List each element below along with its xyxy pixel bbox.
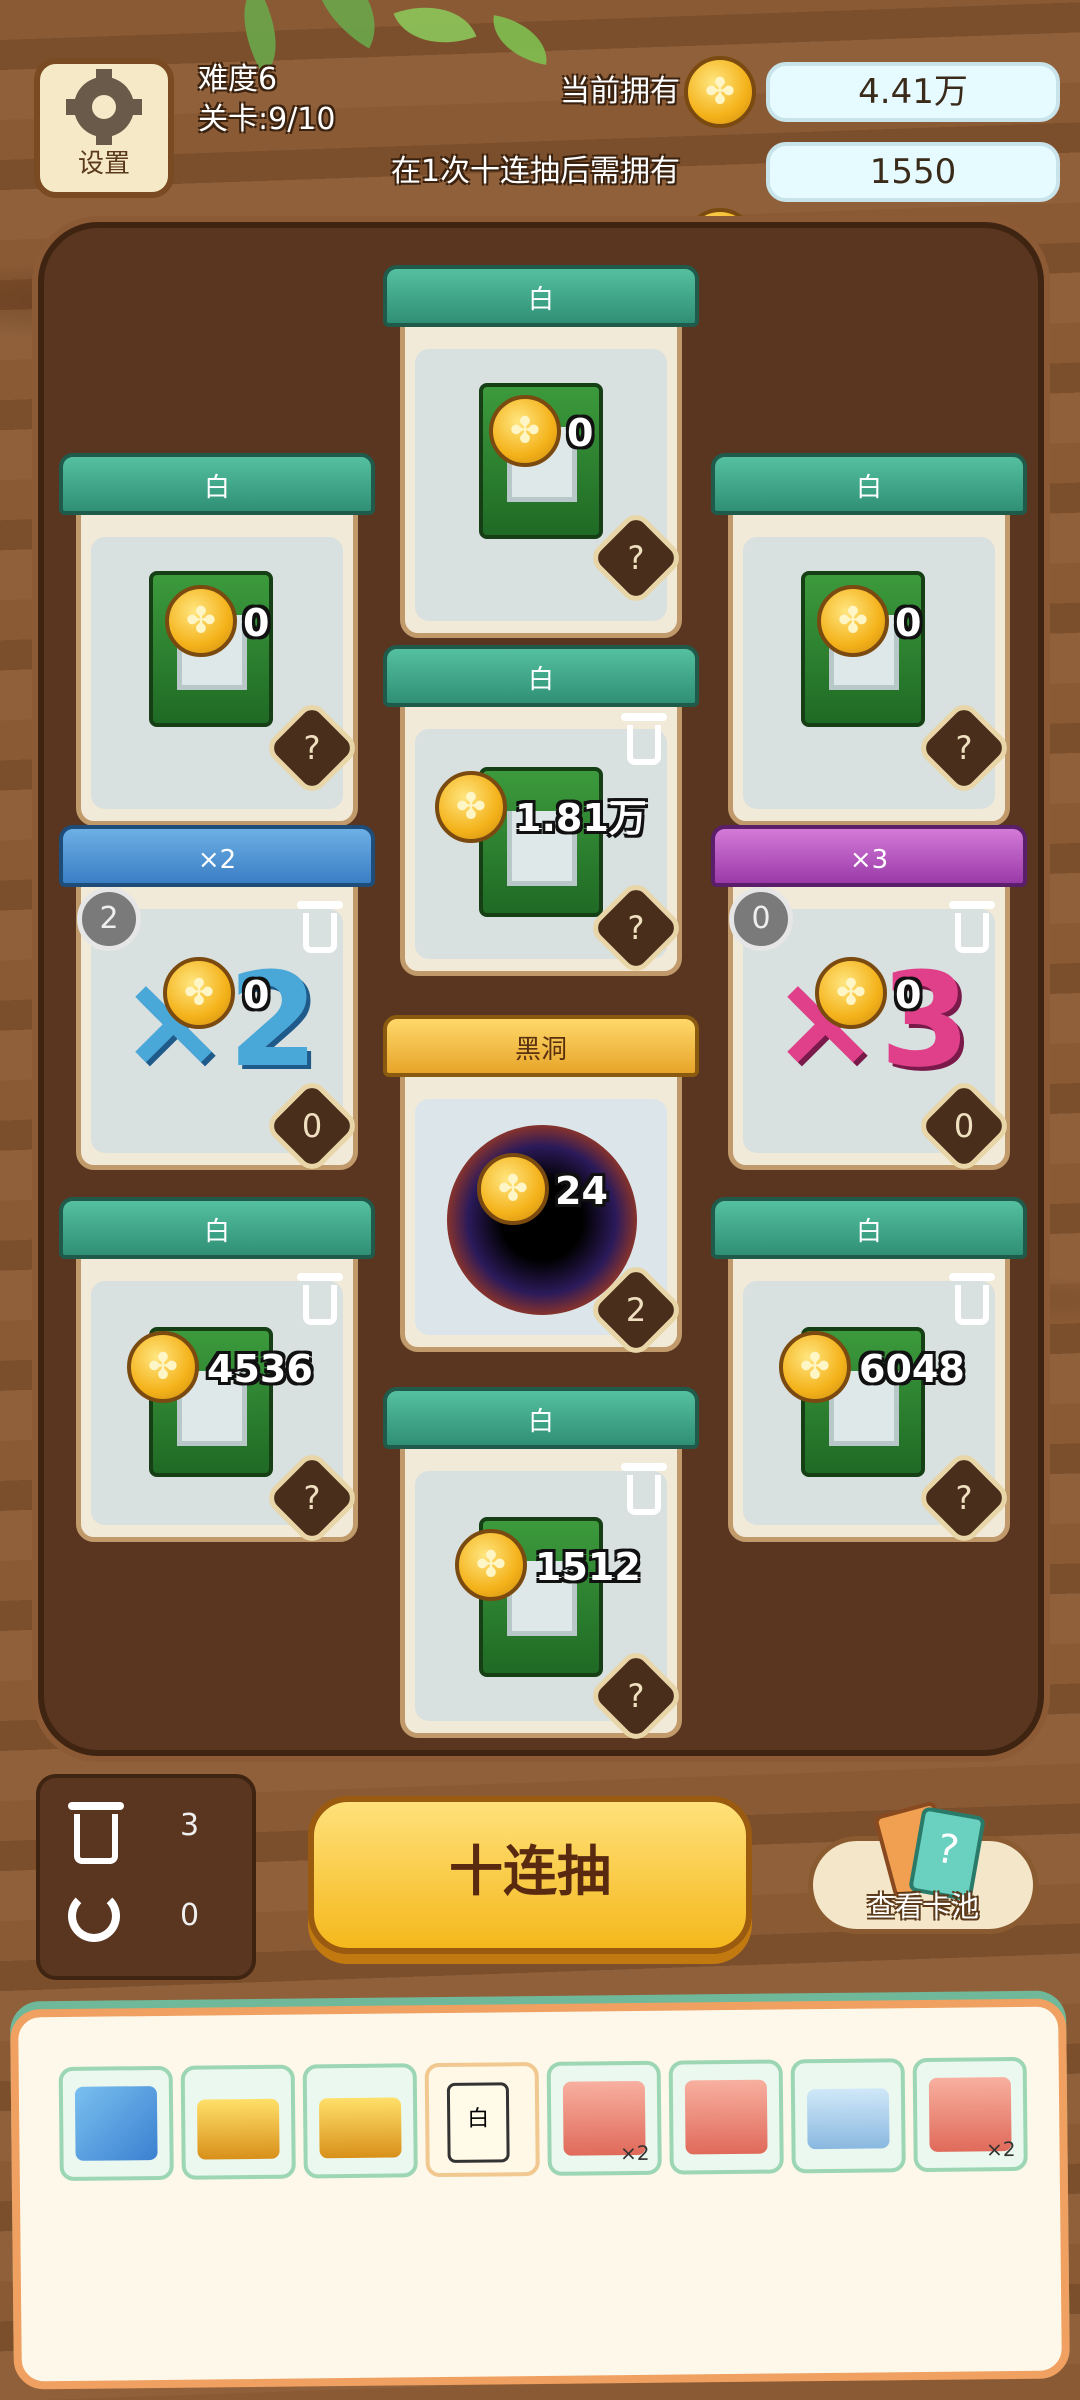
coin-icon <box>817 585 889 657</box>
coin-icon <box>815 957 887 1029</box>
coin-icon <box>477 1153 549 1225</box>
card-title: 白 <box>711 453 1027 515</box>
card-bottom-left[interactable]: 白 4536 ? <box>59 1197 375 1548</box>
card-title: 白 <box>59 1197 375 1259</box>
coin-amount: 1.81万 <box>515 796 647 840</box>
coin-icon <box>455 1529 527 1601</box>
coin-icon <box>489 395 561 467</box>
cards-x2-icon[interactable]: ×2 <box>912 2056 1028 2173</box>
trash-count: 3 <box>180 1808 200 1843</box>
card-bottom-center[interactable]: 白 1512 ? <box>383 1387 699 1746</box>
card-pack-icon[interactable] <box>58 2065 174 2182</box>
card-x3[interactable]: ×3 0 ×3 0 0 <box>711 825 1027 1176</box>
card-title: 白 <box>383 1387 699 1449</box>
trash-icon <box>68 1802 124 1864</box>
coin-amount: 0 <box>567 411 594 455</box>
current-coins-value: 4.41万 <box>766 62 1060 122</box>
coin-icon <box>435 771 507 843</box>
view-card-pool-button[interactable]: ? 查看卡池 <box>808 1800 1038 1934</box>
coin-amount: 0 <box>895 973 922 1017</box>
card-title: ×2 <box>59 825 375 887</box>
trash-icon[interactable] <box>949 1273 995 1325</box>
current-label: 当前拥有 <box>560 74 680 109</box>
leaf-decoration <box>393 0 477 61</box>
leaf-decoration <box>486 15 554 65</box>
golden-chest-icon[interactable] <box>302 2063 418 2179</box>
screen-gem-icon[interactable] <box>790 2058 906 2174</box>
card-center-2[interactable]: 白 1.81万 ? <box>383 645 699 978</box>
card-black-hole[interactable]: 黑洞 24 2 <box>383 1015 699 1360</box>
card-title: 黑洞 <box>383 1015 699 1077</box>
card-bottom-right[interactable]: 白 6048 ? <box>711 1197 1027 1548</box>
coin-amount: 0 <box>243 601 270 645</box>
undo-count: 0 <box>180 1898 200 1933</box>
leaf-decoration <box>291 0 399 49</box>
gear-icon <box>66 68 142 145</box>
golden-chest-icon[interactable] <box>180 2064 296 2180</box>
coin-icon <box>127 1331 199 1403</box>
cards-coin-icon[interactable] <box>668 2059 784 2175</box>
count-circle: 2 <box>77 887 141 951</box>
stats-panel: 3 0 <box>36 1774 256 1980</box>
item-tray: 白 ×2 ×2 <box>10 1998 1070 2390</box>
card-title: 白 <box>383 265 699 327</box>
need-label: 在1次十连抽后需拥有 <box>390 154 680 189</box>
card-title: ×3 <box>711 825 1027 887</box>
trash-icon[interactable] <box>621 713 667 765</box>
ten-draw-button[interactable]: 十连抽 <box>308 1796 752 1954</box>
coin-amount: 24 <box>555 1169 608 1213</box>
card-title: 白 <box>383 645 699 707</box>
white-card-upgrade-icon[interactable]: 白 <box>424 2062 540 2178</box>
coin-amount: 6048 <box>859 1347 965 1391</box>
coin-icon <box>779 1331 851 1403</box>
card-top-center[interactable]: 白 0 ? <box>383 265 699 638</box>
card-title: 白 <box>711 1197 1027 1259</box>
coin-icon <box>684 56 756 128</box>
view-card-pool-label: 查看卡池 <box>866 1890 979 1923</box>
coin-amount: 4536 <box>207 1347 313 1391</box>
trash-icon[interactable] <box>621 1463 667 1515</box>
card-title: 白 <box>59 453 375 515</box>
settings-label: 设置 <box>77 148 130 179</box>
coin-amount: 0 <box>243 973 270 1017</box>
undo-icon <box>68 1890 120 1942</box>
trash-icon[interactable] <box>297 1273 343 1325</box>
coin-amount: 1512 <box>535 1545 641 1589</box>
card-right-1[interactable]: 白 0 ? <box>711 453 1027 826</box>
coin-amount: 0 <box>895 601 922 645</box>
cards-x2-icon[interactable]: ×2 <box>546 2060 662 2176</box>
level-text: 关卡:9/10 <box>198 102 336 137</box>
settings-button[interactable]: 设置 <box>34 58 174 198</box>
coin-icon <box>163 957 235 1029</box>
need-coins-value: 1550 <box>766 142 1060 202</box>
difficulty-text: 难度6 <box>198 62 278 97</box>
card-left-1[interactable]: 白 0 ? <box>59 453 375 826</box>
card-x2[interactable]: ×2 2 ×2 0 0 <box>59 825 375 1176</box>
coin-icon <box>165 585 237 657</box>
count-circle: 0 <box>729 887 793 951</box>
